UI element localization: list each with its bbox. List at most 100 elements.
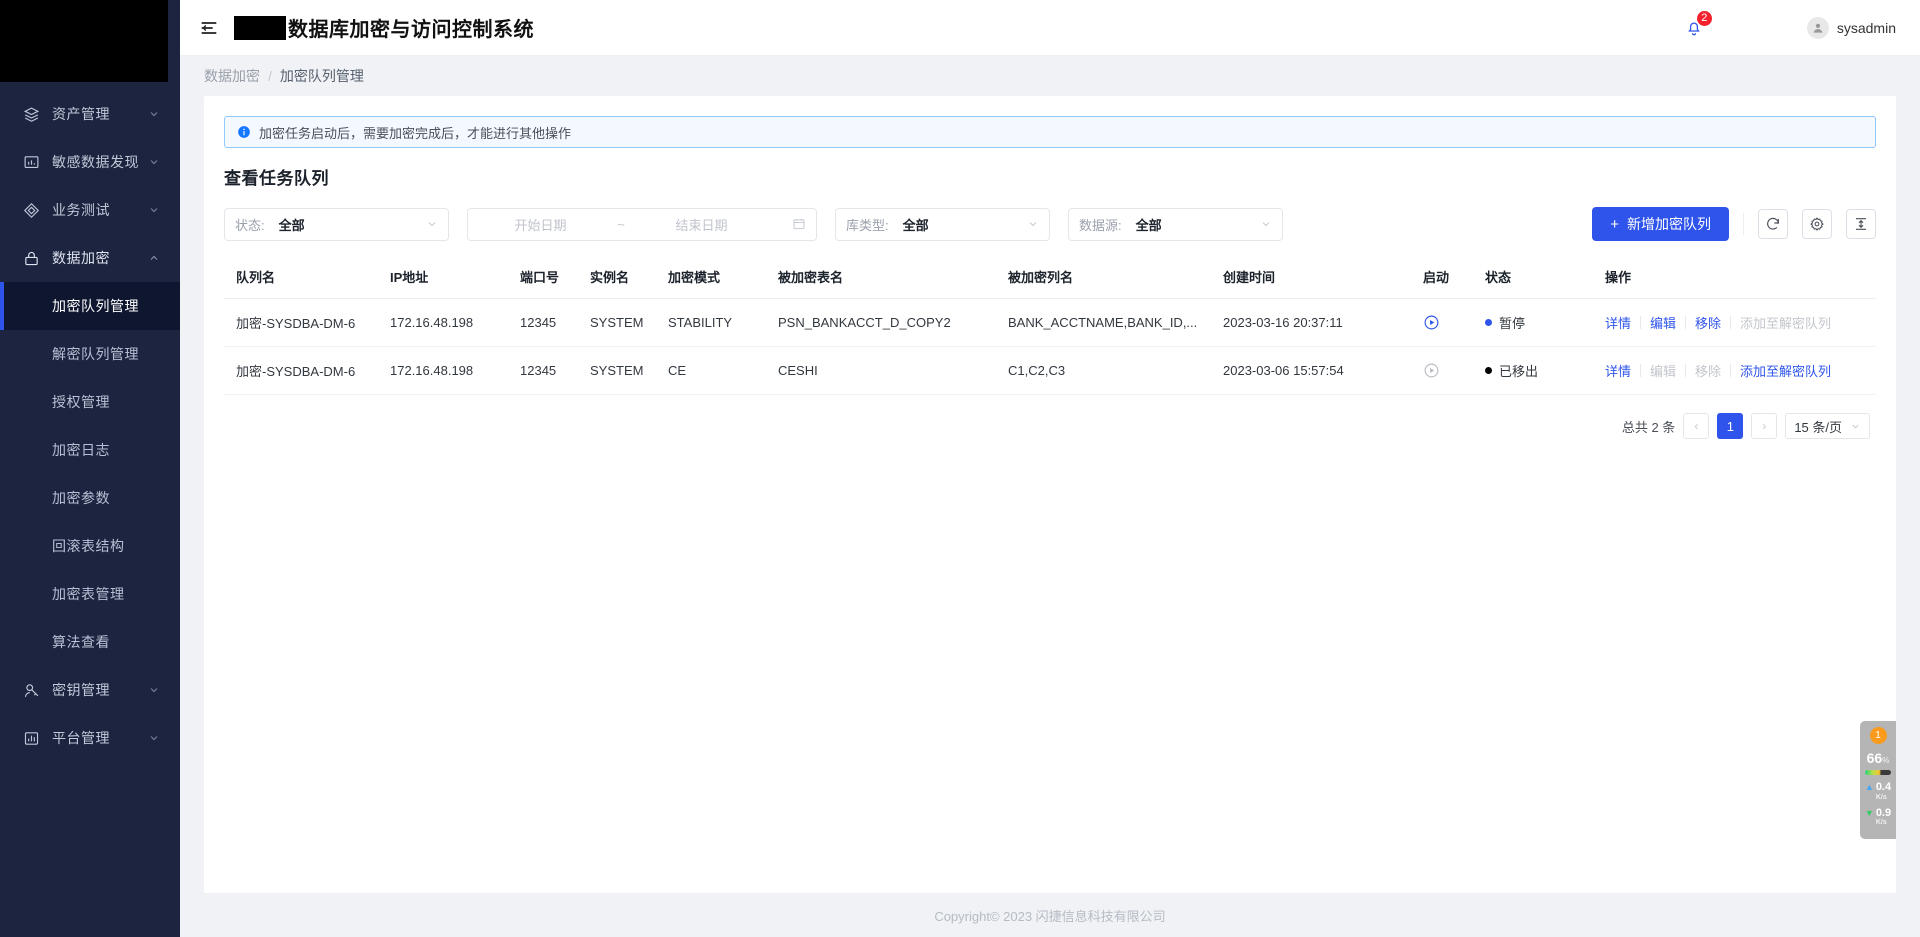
table-body: 加密-SYSDBA-DM-6 172.16.48.198 12345 SYSTE… [224, 298, 1876, 395]
table-row: 加密-SYSDBA-DM-6 172.16.48.198 12345 SYSTE… [224, 298, 1876, 347]
cell-instance-name: SYSTEM [584, 346, 662, 395]
data-source-select-value: 全部 [1135, 217, 1162, 233]
play-circle-icon[interactable] [1423, 314, 1440, 331]
col-start: 启动 [1417, 257, 1479, 299]
col-ip-address: IP地址 [384, 257, 514, 299]
info-alert-text: 加密任务启动后，需要加密完成后，才能进行其他操作 [259, 125, 572, 141]
notification-bell-icon[interactable]: 2 [1677, 9, 1713, 45]
hamburger-icon[interactable] [198, 17, 220, 39]
status-badge: 暂停 [1485, 313, 1593, 332]
sidebar-group-platform-management[interactable]: 平台管理 [0, 714, 180, 762]
sidebar-group-label: 数据加密 [52, 250, 110, 266]
footer: Copyright© 2023 闪捷信息科技有限公司 [180, 893, 1920, 937]
table-head: 队列名 IP地址 端口号 实例名 加密模式 被加密表名 被加密列名 创建时间 启… [224, 257, 1876, 299]
db-type-select[interactable]: 库类型: 全部 [835, 207, 1050, 241]
pagination-prev-button[interactable]: ‹ [1683, 413, 1710, 439]
diamond-icon [22, 201, 40, 219]
status-select[interactable]: 状态: 全部 [224, 207, 449, 241]
info-alert: 加密任务启动后，需要加密完成后，才能进行其他操作 [224, 116, 1876, 148]
table-header-row: 队列名 IP地址 端口号 实例名 加密模式 被加密表名 被加密列名 创建时间 启… [224, 257, 1876, 299]
refresh-icon[interactable] [1758, 209, 1788, 239]
op-detail[interactable]: 详情 [1605, 313, 1640, 332]
cell-status: 已移出 [1479, 346, 1599, 395]
main-area: 数据库加密与访问控制系统 2 sysadmin 数据加密 / 加密队列管理 加密… [180, 0, 1920, 937]
sidebar-item-rollback-table-structure[interactable]: 回滚表结构 [0, 522, 180, 570]
sidebar-item-authorization-management[interactable]: 授权管理 [0, 378, 180, 426]
breadcrumb-parent[interactable]: 数据加密 [204, 66, 260, 86]
monitor-cpu-value: 66% [1867, 750, 1890, 766]
cell-instance-name: SYSTEM [584, 298, 662, 347]
monitor-badge: 1 [1869, 727, 1887, 744]
monitor-cpu-unit: % [1882, 756, 1890, 765]
breadcrumb-current: 加密队列管理 [279, 68, 364, 84]
status-dot [1485, 367, 1492, 374]
sidebar-group-asset-management[interactable]: 资产管理 [0, 90, 180, 138]
db-type-select-value: 全部 [902, 217, 929, 233]
user-menu[interactable]: sysadmin [1806, 16, 1896, 39]
chevron-down-icon [148, 108, 160, 120]
pagination-next-button[interactable]: › [1751, 413, 1778, 439]
sidebar-item-encrypt-table-management[interactable]: 加密表管理 [0, 570, 180, 618]
cell-created-time: 2023-03-06 15:57:54 [1217, 346, 1417, 395]
sidebar-item-label: 加密日志 [52, 442, 110, 458]
page-size-select[interactable]: 15 条/页 [1785, 413, 1870, 439]
chevron-down-icon [1260, 218, 1272, 230]
sidebar-group-label: 资产管理 [52, 106, 110, 122]
pagination-total: 总共 2 条 [1621, 419, 1676, 435]
start-date-input[interactable]: 开始日期 [478, 215, 603, 234]
op-detail[interactable]: 详情 [1605, 361, 1640, 380]
sidebar-group-data-encryption[interactable]: 数据加密 [0, 234, 180, 282]
op-remove[interactable]: 移除 [1686, 313, 1730, 332]
sidebar-item-decrypt-queue-management[interactable]: 解密队列管理 [0, 330, 180, 378]
gear-icon[interactable] [1802, 209, 1832, 239]
pagination: 总共 2 条 ‹ 1 › 15 条/页 [224, 413, 1876, 439]
avatar [1806, 16, 1829, 39]
col-queue-name: 队列名 [224, 257, 384, 299]
sidebar-group-key-management[interactable]: 密钥管理 [0, 666, 180, 714]
date-range-picker[interactable]: 开始日期 ~ 结束日期 [467, 207, 817, 241]
sidebar-submenu-data-encryption: 加密队列管理 解密队列管理 授权管理 加密日志 加密参数 回滚表结构 加密表管理… [0, 282, 180, 666]
section-title: 查看任务队列 [224, 169, 329, 188]
cell-table-name: CESHI [772, 346, 1002, 395]
sidebar-group-sensitive-data-discovery[interactable]: 敏感数据发现 [0, 138, 180, 186]
end-date-input[interactable]: 结束日期 [639, 215, 764, 234]
play-circle-icon [1423, 362, 1440, 379]
data-source-select-label: 数据源: [1079, 217, 1122, 233]
sidebar-item-label: 回滚表结构 [52, 538, 125, 554]
sidebar-group-label: 敏感数据发现 [52, 154, 139, 170]
arrow-up-icon: ▲ [1864, 782, 1874, 792]
sidebar-item-encrypt-log[interactable]: 加密日志 [0, 426, 180, 474]
sidebar-item-label: 加密表管理 [52, 586, 125, 602]
col-encrypt-mode: 加密模式 [662, 257, 772, 299]
cell-ip-address: 172.16.48.198 [384, 298, 514, 347]
layers-icon [22, 105, 40, 123]
notification-badge: 2 [1695, 9, 1713, 27]
pagination-page-1[interactable]: 1 [1717, 413, 1744, 439]
queue-table: 队列名 IP地址 端口号 实例名 加密模式 被加密表名 被加密列名 创建时间 启… [224, 257, 1876, 395]
breadcrumb-separator: / [268, 68, 272, 84]
op-edit[interactable]: 编辑 [1641, 313, 1685, 332]
cell-status: 暂停 [1479, 298, 1599, 347]
key-user-icon [22, 681, 40, 699]
system-monitor-widget[interactable]: 1 66% ▲ 0.4 K/s ▼ 0.9 K/s [1860, 721, 1896, 839]
top-bar-right: 2 sysadmin [1677, 9, 1896, 45]
sidebar-item-encrypt-queue-management[interactable]: 加密队列管理 [0, 282, 180, 330]
col-table-name: 被加密表名 [772, 257, 1002, 299]
op-add-to-decrypt-queue[interactable]: 添加至解密队列 [1731, 361, 1840, 380]
column-height-icon[interactable] [1846, 209, 1876, 239]
info-circle-icon [237, 125, 251, 139]
toolbar-divider [1743, 213, 1744, 235]
lock-icon [22, 249, 40, 267]
status-dot [1485, 319, 1492, 326]
sidebar-group-label: 平台管理 [52, 730, 110, 746]
data-source-select[interactable]: 数据源: 全部 [1068, 207, 1283, 241]
sidebar-item-label: 解密队列管理 [52, 346, 139, 362]
sidebar-item-algorithm-view[interactable]: 算法查看 [0, 618, 180, 666]
cell-queue-name: 加密-SYSDBA-DM-6 [224, 346, 384, 395]
content-card: 加密任务启动后，需要加密完成后，才能进行其他操作 查看任务队列 状态: 全部 开… [204, 96, 1896, 893]
sidebar-item-encrypt-params[interactable]: 加密参数 [0, 474, 180, 522]
sidebar-group-business-test[interactable]: 业务测试 [0, 186, 180, 234]
app-root: 资产管理 敏感数据发现 业务测试 数据加密 加密队列管理 解密队列管理 授权管理… [0, 0, 1920, 937]
op-edit: 编辑 [1650, 364, 1677, 379]
add-encrypt-queue-button[interactable]: + 新增加密队列 [1592, 207, 1729, 241]
